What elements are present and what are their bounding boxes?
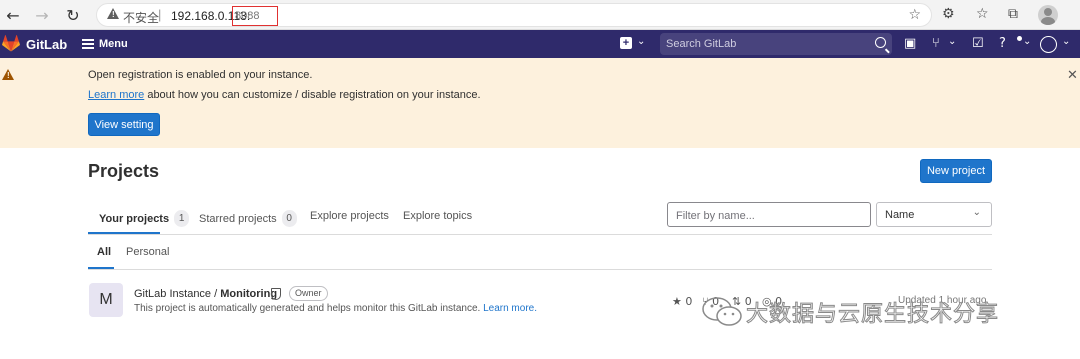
active-subtab-indicator — [88, 267, 114, 269]
sort-selected: Name — [885, 209, 915, 221]
gitlab-logo-icon[interactable] — [2, 35, 20, 52]
project-subtabs: All Personal — [88, 234, 992, 270]
notification-dot — [1017, 36, 1022, 41]
address-bar[interactable]: ! 不安全 | 192.168.0.113: 8088 ☆ — [96, 3, 932, 27]
watermark-text: 大数据与云原生技术分享 — [745, 302, 1000, 328]
search-icon[interactable] — [875, 37, 886, 48]
filter-box[interactable] — [667, 202, 871, 227]
tab-starred-projects[interactable]: Starred projects 0 — [199, 210, 297, 227]
search-box[interactable] — [660, 33, 892, 55]
hamburger-menu-icon[interactable] — [82, 39, 94, 49]
search-input[interactable] — [666, 37, 856, 51]
gitlab-navbar: GitLab Menu + ⌄ ▣ ⑂ ⌄ ☑ ? ⌄ ⌄ — [0, 30, 1080, 58]
project-namespace: GitLab Instance / — [134, 288, 221, 300]
chevron-down-icon[interactable]: ⌄ — [1023, 36, 1031, 47]
tab-label: Starred projects — [199, 212, 277, 225]
bookmark-star-icon[interactable]: ☆ — [908, 7, 921, 23]
view-setting-button[interactable]: View setting — [88, 113, 160, 136]
learn-more-link[interactable]: Learn more — [88, 89, 144, 101]
stars-stat[interactable]: ★ 0 — [672, 295, 692, 308]
browser-profile-icon[interactable] — [1038, 5, 1058, 25]
merge-request-icon[interactable]: ⑂ — [932, 36, 940, 51]
shield-icon — [271, 288, 281, 300]
menu-button[interactable]: Menu — [99, 38, 128, 50]
description-text: This project is automatically generated … — [134, 303, 484, 314]
tab-explore-projects[interactable]: Explore projects — [310, 210, 389, 222]
role-badge: Owner — [289, 286, 328, 301]
tab-label: Explore projects — [310, 210, 389, 222]
reload-icon[interactable]: ↻ — [63, 5, 83, 25]
tab-label: Your projects — [99, 212, 170, 225]
gitlab-brand[interactable]: GitLab — [26, 37, 67, 52]
subtab-personal[interactable]: Personal — [126, 246, 169, 258]
project-avatar[interactable]: M — [89, 283, 123, 317]
alert-body-text: about how you can customize / disable re… — [144, 89, 481, 101]
url-port: 8088 — [232, 6, 278, 26]
favorites-icon[interactable]: ☆ — [976, 6, 989, 22]
browser-toolbar: ← → ↻ ! 不安全 | 192.168.0.113: 8088 ☆ ⚙ ☆ … — [0, 0, 1080, 30]
project-description: This project is automatically generated … — [134, 303, 537, 314]
project-title[interactable]: GitLab Instance / Monitoring — [134, 288, 277, 300]
count-badge: 0 — [281, 210, 297, 227]
new-project-button[interactable]: New project — [920, 159, 992, 183]
help-icon[interactable]: ? — [999, 36, 1006, 51]
alert-title: Open registration is enabled on your ins… — [88, 69, 313, 81]
alert-body: Learn more about how you can customize /… — [88, 89, 481, 101]
count-badge: 1 — [174, 210, 190, 227]
page-title: Projects — [88, 161, 160, 181]
star-icon: ★ — [672, 295, 682, 308]
extensions-icon[interactable]: ⚙ — [942, 6, 955, 22]
filter-input[interactable] — [676, 209, 856, 222]
project-name: Monitoring — [220, 288, 278, 300]
close-icon[interactable]: ✕ — [1067, 68, 1078, 83]
learn-more-link[interactable]: Learn more. — [483, 303, 537, 314]
chevron-down-icon[interactable]: ⌄ — [637, 36, 645, 47]
stars-count: 0 — [685, 295, 693, 308]
tab-label: Explore topics — [403, 210, 473, 222]
wechat-icon — [702, 297, 742, 326]
collections-icon[interactable]: ⧉ — [1008, 6, 1018, 22]
new-item-plus-icon[interactable]: + — [620, 37, 632, 49]
tab-your-projects[interactable]: Your projects 1 — [99, 210, 190, 227]
back-icon[interactable]: ← — [3, 5, 23, 25]
subtab-all[interactable]: All — [97, 246, 111, 258]
issues-icon[interactable]: ▣ — [904, 36, 916, 51]
warning-icon: ! — [107, 8, 119, 19]
user-avatar[interactable] — [1040, 36, 1057, 53]
registration-alert: ! Open registration is enabled on your i… — [0, 58, 1080, 148]
tab-explore-topics[interactable]: Explore topics — [403, 210, 472, 222]
watermark: 大数据与云原生技术分享 — [700, 292, 999, 332]
chevron-down-icon[interactable]: ⌄ — [1062, 36, 1070, 47]
todo-icon[interactable]: ☑ — [972, 36, 984, 51]
forward-icon[interactable]: → — [32, 5, 52, 25]
warning-icon: ! — [2, 69, 14, 80]
chevron-down-icon[interactable]: ⌄ — [948, 36, 956, 47]
sort-dropdown[interactable]: Name ⌄ — [876, 202, 992, 227]
security-label: 不安全 — [123, 11, 160, 25]
address-separator: | — [158, 7, 162, 22]
chevron-down-icon: ⌄ — [972, 207, 981, 218]
